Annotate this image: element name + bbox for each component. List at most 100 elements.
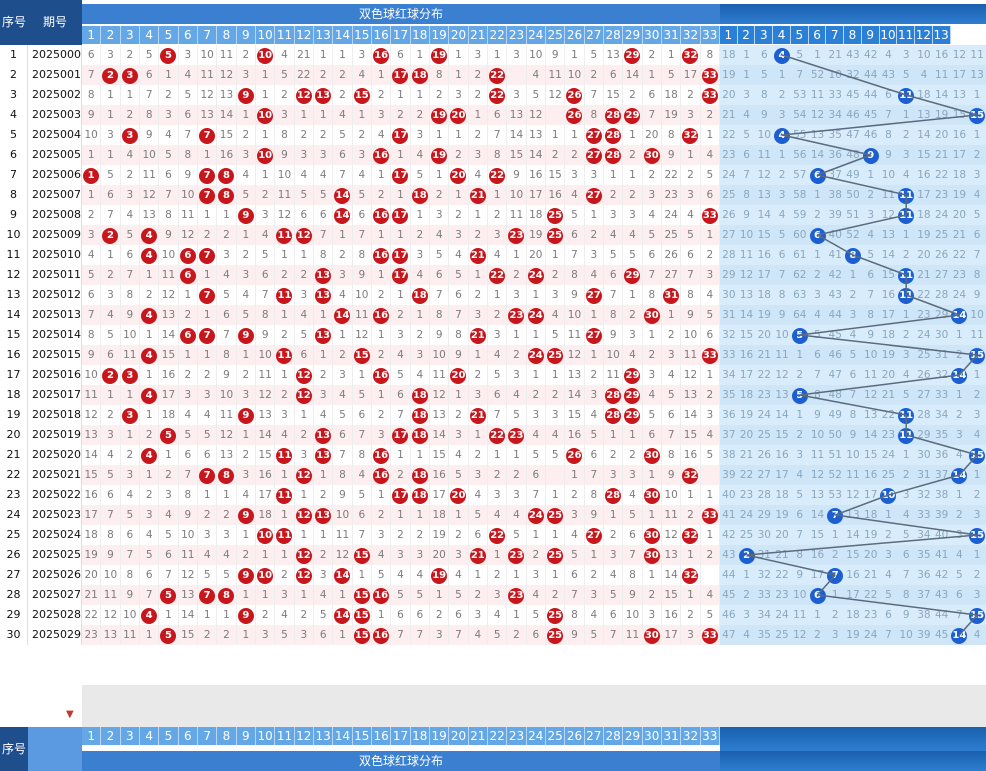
blue-header-num-12[interactable]: 12 <box>915 26 933 44</box>
red-header-num-11[interactable]: 11 <box>275 727 295 745</box>
row-issue[interactable]: 2025027 <box>28 585 82 605</box>
red-header-num-29[interactable]: 29 <box>623 26 643 44</box>
red-header-num-20[interactable]: 20 <box>449 26 469 44</box>
red-header-num-28[interactable]: 28 <box>604 26 624 44</box>
row-issue[interactable]: 2025021 <box>28 465 82 485</box>
red-header-num-11[interactable]: 11 <box>275 26 295 44</box>
red-header-num-31[interactable]: 31 <box>662 727 682 745</box>
red-header-num-7[interactable]: 7 <box>198 26 218 44</box>
red-header-num-14[interactable]: 14 <box>333 26 353 44</box>
red-header-num-10[interactable]: 10 <box>256 26 276 44</box>
red-header-num-1[interactable]: 1 <box>82 26 102 44</box>
row-issue[interactable]: 2025012 <box>28 285 82 305</box>
row-issue[interactable]: 2025010 <box>28 245 82 265</box>
red-header-num-15[interactable]: 15 <box>352 727 372 745</box>
row-issue[interactable]: 2025023 <box>28 505 82 525</box>
row-issue[interactable]: 2025026 <box>28 565 82 585</box>
row-issue[interactable]: 2025016 <box>28 365 82 385</box>
red-header-num-12[interactable]: 12 <box>294 727 314 745</box>
red-header-num-14[interactable]: 14 <box>333 727 353 745</box>
red-header-num-25[interactable]: 25 <box>546 727 566 745</box>
blue-header-num-4[interactable]: 4 <box>773 26 791 44</box>
blue-header-num-9[interactable]: 9 <box>861 26 880 44</box>
row-issue[interactable]: 2025006 <box>28 165 82 185</box>
red-header-num-31[interactable]: 31 <box>662 26 682 44</box>
row-issue[interactable]: 2025014 <box>28 325 82 345</box>
red-header-num-22[interactable]: 22 <box>488 26 508 44</box>
row-issue[interactable]: 2025024 <box>28 525 82 545</box>
row-issue[interactable]: 2025015 <box>28 345 82 365</box>
red-header-num-4[interactable]: 4 <box>140 26 160 44</box>
red-header-num-33[interactable]: 33 <box>700 26 720 44</box>
blue-header-num-8[interactable]: 8 <box>844 26 862 44</box>
red-header-num-25[interactable]: 25 <box>546 26 566 44</box>
blue-header-num-7[interactable]: 7 <box>826 26 845 44</box>
red-header-num-13[interactable]: 13 <box>314 26 334 44</box>
blue-header-num-3[interactable]: 3 <box>755 26 774 44</box>
seq-header[interactable]: 序号 <box>0 0 28 45</box>
row-issue[interactable]: 2025017 <box>28 385 82 405</box>
red-header-num-13[interactable]: 13 <box>314 727 334 745</box>
blue-header-num-5[interactable]: 5 <box>790 26 809 44</box>
red-header-num-22[interactable]: 22 <box>488 727 508 745</box>
red-header-num-8[interactable]: 8 <box>217 26 237 44</box>
red-header-num-23[interactable]: 23 <box>507 26 527 44</box>
red-header-num-6[interactable]: 6 <box>178 26 198 44</box>
blue-header-num-6[interactable]: 6 <box>808 26 827 44</box>
red-header-num-28[interactable]: 28 <box>604 727 624 745</box>
red-header-num-15[interactable]: 15 <box>352 26 372 44</box>
row-issue[interactable]: 2025019 <box>28 425 82 445</box>
row-issue[interactable]: 2025028 <box>28 605 82 625</box>
blue-header-num-11[interactable]: 11 <box>897 26 916 44</box>
red-header-num-18[interactable]: 18 <box>410 727 430 745</box>
red-header-num-2[interactable]: 2 <box>101 26 121 44</box>
red-header-num-6[interactable]: 6 <box>178 727 198 745</box>
red-header-num-5[interactable]: 5 <box>159 26 179 44</box>
row-issue[interactable]: 2025000 <box>28 45 82 65</box>
row-issue[interactable]: 2025003 <box>28 105 82 125</box>
dropdown-arrow-icon[interactable]: ▼ <box>66 709 74 720</box>
row-issue[interactable]: 2025022 <box>28 485 82 505</box>
red-header-num-8[interactable]: 8 <box>217 727 237 745</box>
red-header-num-21[interactable]: 21 <box>468 26 488 44</box>
row-issue[interactable]: 2025001 <box>28 65 82 85</box>
blue-header-num-13[interactable]: 13 <box>932 26 951 44</box>
issue-header[interactable]: 期号 <box>28 0 82 45</box>
red-header-num-17[interactable]: 17 <box>391 26 411 44</box>
red-header-num-30[interactable]: 30 <box>642 727 662 745</box>
red-header-num-33[interactable]: 33 <box>700 727 720 745</box>
red-header-num-9[interactable]: 9 <box>236 727 256 745</box>
red-header-num-24[interactable]: 24 <box>526 727 546 745</box>
red-header-num-3[interactable]: 3 <box>120 26 140 44</box>
red-header-num-29[interactable]: 29 <box>623 727 643 745</box>
red-header-num-19[interactable]: 19 <box>430 727 450 745</box>
red-header-num-20[interactable]: 20 <box>449 727 469 745</box>
blue-header-num-2[interactable]: 2 <box>737 26 756 44</box>
red-header-num-27[interactable]: 27 <box>584 727 604 745</box>
row-issue[interactable]: 2025008 <box>28 205 82 225</box>
red-header-num-7[interactable]: 7 <box>198 727 218 745</box>
row-issue[interactable]: 2025002 <box>28 85 82 105</box>
red-header-num-27[interactable]: 27 <box>584 26 604 44</box>
footer-seq-header[interactable]: 序号 <box>0 727 28 771</box>
red-header-num-2[interactable]: 2 <box>101 727 121 745</box>
red-header-num-21[interactable]: 21 <box>468 727 488 745</box>
row-issue[interactable]: 2025018 <box>28 405 82 425</box>
red-header-num-17[interactable]: 17 <box>391 727 411 745</box>
red-header-num-23[interactable]: 23 <box>507 727 527 745</box>
red-header-num-30[interactable]: 30 <box>642 26 662 44</box>
red-header-num-10[interactable]: 10 <box>256 727 276 745</box>
red-header-num-16[interactable]: 16 <box>372 727 392 745</box>
red-header-num-4[interactable]: 4 <box>140 727 160 745</box>
red-header-num-12[interactable]: 12 <box>294 26 314 44</box>
row-issue[interactable]: 2025029 <box>28 625 82 645</box>
red-header-num-5[interactable]: 5 <box>159 727 179 745</box>
blue-header-num-1[interactable]: 1 <box>720 26 738 44</box>
red-header-num-32[interactable]: 32 <box>681 26 701 44</box>
row-issue[interactable]: 2025013 <box>28 305 82 325</box>
red-header-num-18[interactable]: 18 <box>410 26 430 44</box>
row-issue[interactable]: 2025009 <box>28 225 82 245</box>
red-header-num-24[interactable]: 24 <box>526 26 546 44</box>
red-header-num-26[interactable]: 26 <box>565 26 585 44</box>
row-issue[interactable]: 2025007 <box>28 185 82 205</box>
